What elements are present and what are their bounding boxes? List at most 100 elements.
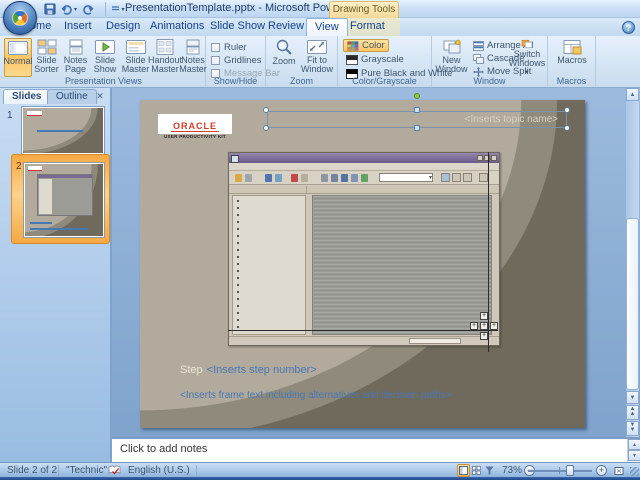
tab-review[interactable]: Review <box>260 18 312 36</box>
previous-slide-button[interactable] <box>626 405 639 420</box>
frame-text-placeholder[interactable]: <Inserts frame text including alternativ… <box>180 390 451 401</box>
slide-sorter-button[interactable]: Slide Sorter <box>32 38 61 77</box>
tab-insert[interactable]: Insert <box>56 18 100 36</box>
redo-button[interactable] <box>80 2 96 17</box>
notes-master-button[interactable]: Notes Master <box>179 38 207 77</box>
toolbar-icon <box>321 174 328 182</box>
handle-bottom-right[interactable] <box>564 125 570 131</box>
powerpoint-window: PresentationTemplate.pptx - Microsoft Po… <box>0 0 640 480</box>
oracle-logo[interactable]: ORACLE USER PRODUCTIVITY KIT <box>158 114 232 139</box>
macros-icon <box>563 40 582 55</box>
mini-step-line <box>30 222 52 224</box>
notes-placeholder[interactable]: Click to add notes <box>120 443 207 455</box>
next-slide-button[interactable] <box>626 421 639 436</box>
toolbar-toggle <box>441 173 450 182</box>
zoom-slider-thumb[interactable] <box>566 465 574 476</box>
handout-master-label: Handout Master <box>147 55 183 74</box>
new-window-label: New Window <box>435 55 468 74</box>
language-indicator[interactable]: English (U.S.) <box>128 464 190 477</box>
grayscale-icon <box>346 54 358 65</box>
fit-slide-to-window-button[interactable] <box>612 464 625 477</box>
slide-sorter-label: Slide Sorter <box>34 55 59 74</box>
zoom-slider-track[interactable] <box>528 470 592 472</box>
toolbar-icon <box>275 174 282 182</box>
slide-show-label: Slide Show <box>93 55 117 74</box>
ribbon: Normal Slide Sorter Notes Page Slide Sho… <box>0 36 640 88</box>
handout-master-button[interactable]: Handout Master <box>147 38 183 77</box>
scroll-up-button[interactable] <box>626 88 639 101</box>
handle-top-right[interactable] <box>564 107 570 113</box>
gridlines-checkbox[interactable]: Gridlines <box>211 54 262 66</box>
screenshot-menubar <box>229 163 499 171</box>
handle-bottom-left[interactable] <box>263 125 269 131</box>
toolbar-toggle <box>463 173 472 182</box>
office-button[interactable] <box>3 1 37 35</box>
fit-to-window-button[interactable]: Fit to Window <box>300 38 334 77</box>
qat-separator <box>100 2 106 16</box>
scrollbar-thumb[interactable] <box>626 218 639 390</box>
tab-format[interactable]: Format <box>342 18 393 36</box>
slide-canvas[interactable]: ORACLE USER PRODUCTIVITY KIT <Inserts to… <box>140 93 585 428</box>
notes-page-button[interactable]: Notes Page <box>61 38 90 77</box>
toolbar-icon <box>245 174 252 182</box>
switch-windows-button[interactable]: Switch Windows <box>508 38 546 77</box>
step-text[interactable]: Step <Inserts step number> <box>180 364 317 376</box>
grayscale-button[interactable]: Grayscale <box>343 53 407 66</box>
notes-page-icon <box>69 39 82 55</box>
handle-top-left[interactable] <box>263 107 269 113</box>
handle-top-middle[interactable] <box>414 107 420 113</box>
help-button[interactable] <box>622 21 635 34</box>
slide-2-number: 2 <box>16 161 22 172</box>
group-zoom: Zoom Fit to Window Zoom <box>266 36 338 87</box>
move-split-icon <box>473 66 484 77</box>
gridlines-checkbox-box <box>211 55 220 65</box>
notes-scroll-down[interactable] <box>628 450 640 461</box>
handout-master-icon <box>156 39 174 55</box>
mini-logo-2 <box>28 166 42 171</box>
zoom-button[interactable]: Zoom <box>270 38 298 77</box>
rotation-handle[interactable] <box>414 93 420 99</box>
marker-handle-down <box>480 332 488 340</box>
vertical-scrollbar[interactable] <box>626 88 639 437</box>
tab-outline[interactable]: Outline <box>47 89 97 104</box>
status-slide-sorter-button[interactable] <box>470 464 483 477</box>
undo-button[interactable] <box>61 2 77 17</box>
tab-design[interactable]: Design <box>98 18 148 36</box>
close-panel-button[interactable] <box>94 91 106 103</box>
notes-pane[interactable]: Click to add notes <box>112 437 640 462</box>
save-button[interactable] <box>42 2 58 17</box>
status-slide-show-button[interactable] <box>483 464 496 477</box>
drawing-tools-contextual-label: Drawing Tools <box>329 1 399 18</box>
new-window-button[interactable]: New Window <box>435 38 468 77</box>
quick-access-toolbar <box>42 1 126 17</box>
slide-2-thumbnail-selected[interactable]: 2 <box>11 154 110 244</box>
notes-scrollbar[interactable] <box>627 439 640 462</box>
normal-view-button[interactable]: Normal <box>4 38 33 77</box>
scroll-down-button[interactable] <box>626 391 639 404</box>
embedded-screenshot[interactable] <box>228 152 500 346</box>
theme-name[interactable]: "Technic" <box>66 464 107 477</box>
gridlines-label: Gridlines <box>224 54 262 66</box>
slide-show-view-button[interactable]: Slide Show <box>90 38 120 77</box>
handle-bottom-middle[interactable] <box>414 125 420 131</box>
color-button[interactable]: Color <box>343 39 389 52</box>
group-label-macros: Macros <box>556 76 587 86</box>
fit-to-window-label: Fit to Window <box>300 55 333 74</box>
slide-master-button[interactable]: Slide Master <box>121 38 150 77</box>
slide-1-thumbnail[interactable] <box>21 106 105 155</box>
customize-qat-button[interactable] <box>110 2 126 17</box>
zoom-in-button[interactable]: + <box>596 465 607 476</box>
resize-grip[interactable] <box>630 467 639 476</box>
oracle-logo-subtitle: USER PRODUCTIVITY KIT <box>164 134 226 139</box>
notes-scroll-up[interactable] <box>628 439 640 450</box>
toolbar-toggle <box>452 173 461 182</box>
status-normal-view-button[interactable] <box>457 464 470 477</box>
macros-button[interactable]: Macros <box>555 38 589 77</box>
marker-handle-up <box>480 312 488 320</box>
group-label-window: Window <box>473 76 506 86</box>
ruler-checkbox[interactable]: Ruler <box>211 41 247 53</box>
tab-slides[interactable]: Slides <box>3 89 51 104</box>
status-bar: Slide 2 of 2 "Technic" English (U.S.) 73… <box>0 462 640 477</box>
zoom-level[interactable]: 73% <box>502 464 522 477</box>
slide-1-number: 1 <box>7 110 13 121</box>
